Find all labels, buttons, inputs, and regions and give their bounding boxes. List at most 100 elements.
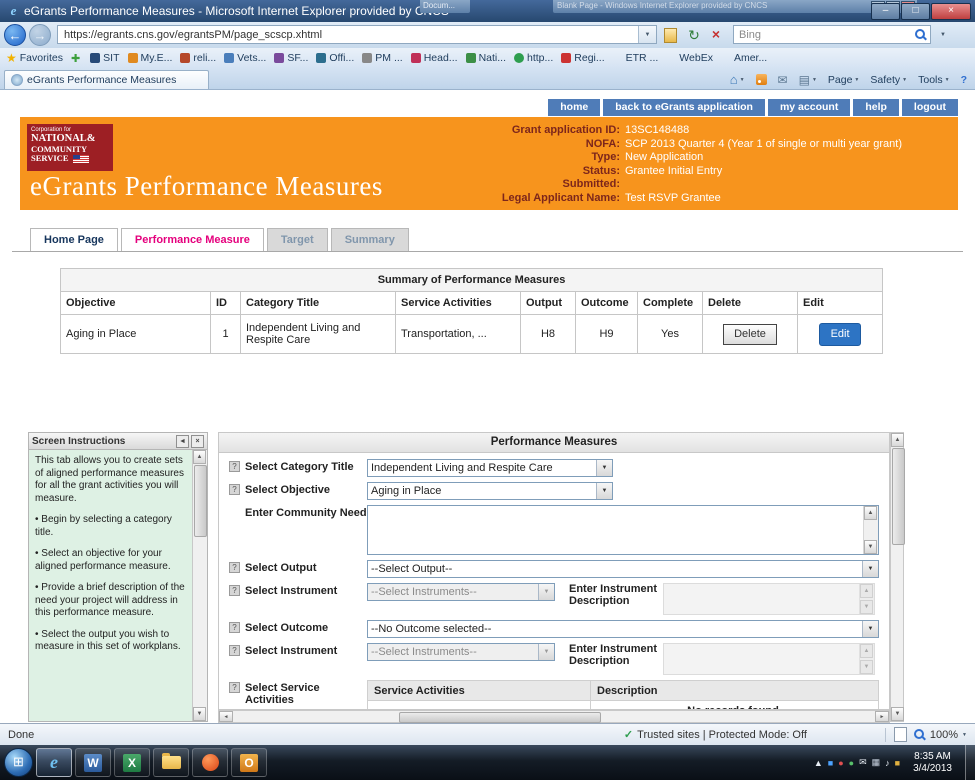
zoom-level: 100% bbox=[930, 729, 958, 741]
refresh-button[interactable]: ↻ bbox=[684, 26, 704, 44]
scroll-down-icon[interactable]: ▼ bbox=[193, 707, 206, 721]
feeds-button[interactable] bbox=[752, 73, 771, 86]
browser-tab[interactable]: eGrants Performance Measures bbox=[4, 70, 209, 89]
scroll-up-icon[interactable]: ▲ bbox=[193, 450, 206, 464]
tray-icon[interactable]: ■ bbox=[828, 758, 833, 768]
favorite-link[interactable]: ETR ... bbox=[609, 51, 663, 65]
scrollbar-thumb[interactable] bbox=[892, 448, 905, 545]
tray-icon[interactable]: ● bbox=[849, 758, 854, 768]
favorite-link[interactable]: reli... bbox=[176, 51, 220, 65]
help-icon[interactable]: ? bbox=[229, 622, 240, 633]
tab-performance-measure[interactable]: Performance Measure bbox=[121, 228, 264, 252]
background-window-browser[interactable]: Blank Page - Windows Internet Explorer p… bbox=[553, 0, 917, 13]
taskbar-ie-button[interactable]: e bbox=[36, 748, 72, 777]
tray-icon[interactable]: ■ bbox=[895, 758, 900, 768]
search-icon[interactable] bbox=[914, 28, 927, 41]
help-icon[interactable]: ? bbox=[229, 682, 240, 693]
zoom-control[interactable]: 100% ▼ bbox=[913, 728, 967, 741]
favorite-link[interactable]: Amer... bbox=[717, 51, 771, 65]
home-button[interactable]: ⌂ ▼ bbox=[726, 71, 749, 88]
minimize-button[interactable]: – bbox=[871, 3, 900, 20]
delete-button[interactable]: Delete bbox=[723, 324, 777, 345]
taskbar-excel-button[interactable]: X bbox=[114, 748, 150, 777]
nav-home-button[interactable]: home bbox=[548, 99, 600, 116]
url-input[interactable] bbox=[62, 28, 638, 42]
favorites-button[interactable]: Favorites bbox=[20, 52, 63, 64]
category-select[interactable]: Independent Living and Respite Care ▼ bbox=[367, 459, 613, 477]
safety-menu[interactable]: Safety ▼ bbox=[866, 73, 911, 87]
print-button[interactable]: ▤ ▼ bbox=[795, 72, 821, 88]
tray-icon[interactable]: ● bbox=[838, 758, 843, 768]
favorite-link[interactable]: WebEx bbox=[662, 51, 717, 65]
nav-my-account-button[interactable]: my account bbox=[768, 99, 850, 116]
show-hidden-icons[interactable]: ▲ bbox=[814, 758, 823, 768]
scroll-right-icon[interactable]: ► bbox=[875, 711, 889, 722]
maximize-button[interactable]: □ bbox=[901, 3, 930, 20]
instructions-body: This tab allows you to create sets of al… bbox=[29, 450, 193, 721]
favorite-link[interactable]: Offi... bbox=[312, 51, 358, 65]
help-icon[interactable]: ? bbox=[229, 645, 240, 656]
nav-back-to-egrants-button[interactable]: back to eGrants application bbox=[603, 99, 765, 116]
security-zone[interactable]: ✓ Trusted sites | Protected Mode: Off bbox=[624, 728, 807, 741]
help-icon[interactable]: ? bbox=[229, 562, 240, 573]
favicon bbox=[721, 53, 731, 63]
help-icon[interactable]: ? bbox=[229, 484, 240, 495]
favorite-link[interactable]: PM ... bbox=[358, 51, 406, 65]
collapse-panel-button[interactable]: ◄ bbox=[176, 435, 189, 448]
scrollbar-thumb[interactable] bbox=[399, 712, 601, 723]
stop-button[interactable]: × bbox=[707, 26, 725, 44]
scroll-up-icon[interactable]: ▲ bbox=[891, 433, 904, 447]
output-select[interactable]: --Select Output-- ▼ bbox=[367, 560, 879, 578]
objective-select[interactable]: Aging in Place ▼ bbox=[367, 482, 613, 500]
instructions-scrollbar[interactable]: ▲ ▼ bbox=[192, 450, 207, 721]
textarea-scrollbar[interactable]: ▲ ▼ bbox=[863, 506, 878, 554]
tray-network-icon[interactable]: ▦ bbox=[872, 757, 881, 768]
taskbar-media-button[interactable] bbox=[192, 748, 228, 777]
start-button[interactable]: ⊞ bbox=[4, 748, 33, 777]
compatibility-view-icon[interactable] bbox=[664, 28, 677, 43]
help-menu[interactable]: ? bbox=[957, 73, 971, 87]
edit-button[interactable]: Edit bbox=[819, 323, 861, 346]
url-dropdown-button[interactable]: ▼ bbox=[638, 26, 656, 43]
nav-help-button[interactable]: help bbox=[853, 99, 899, 116]
scroll-left-icon[interactable]: ◄ bbox=[219, 711, 233, 722]
community-need-textarea[interactable]: ▲ ▼ bbox=[367, 505, 879, 555]
scrollbar-thumb[interactable] bbox=[194, 465, 207, 537]
scroll-down-icon[interactable]: ▼ bbox=[891, 707, 904, 721]
page-menu[interactable]: Page ▼ bbox=[824, 73, 863, 87]
form-horizontal-scrollbar[interactable]: ◄ ► bbox=[218, 710, 890, 723]
printer-icon: ▤ bbox=[799, 73, 810, 87]
search-input[interactable] bbox=[737, 28, 914, 42]
nav-logout-button[interactable]: logout bbox=[902, 99, 958, 116]
taskbar-explorer-button[interactable] bbox=[153, 748, 189, 777]
favorite-link[interactable]: SIT bbox=[86, 51, 123, 65]
background-window-document[interactable]: Docum... bbox=[420, 0, 470, 13]
favorite-link[interactable]: Nati... bbox=[462, 51, 510, 65]
favorite-link[interactable]: Vets... bbox=[220, 51, 270, 65]
favorite-link[interactable]: My.E... bbox=[124, 51, 177, 65]
help-icon[interactable]: ? bbox=[229, 461, 240, 472]
tray-volume-icon[interactable]: ♪ bbox=[885, 758, 890, 768]
favorite-link[interactable]: http... bbox=[510, 51, 557, 65]
outcome-select[interactable]: --No Outcome selected-- ▼ bbox=[367, 620, 879, 638]
tray-mail-icon[interactable]: ✉ bbox=[859, 757, 867, 768]
favorite-link[interactable]: SF... bbox=[270, 51, 312, 65]
browser-forward-button[interactable]: → bbox=[29, 24, 51, 46]
taskbar-word-button[interactable]: W bbox=[75, 748, 111, 777]
help-icon[interactable]: ? bbox=[229, 585, 240, 596]
taskbar-outlook-button[interactable]: O bbox=[231, 748, 267, 777]
search-dropdown-button[interactable]: ▼ bbox=[935, 27, 951, 43]
tools-menu[interactable]: Tools ▼ bbox=[914, 73, 953, 87]
read-mail-button[interactable]: ✉ bbox=[774, 72, 792, 88]
taskbar-clock[interactable]: 8:35 AM 3/4/2013 bbox=[913, 751, 952, 775]
form-vertical-scrollbar[interactable]: ▲ ▼ bbox=[890, 432, 904, 722]
tab-home-page[interactable]: Home Page bbox=[30, 228, 118, 252]
service-activities-row: ? Select Service Activities Service Acti… bbox=[229, 680, 881, 710]
close-panel-button[interactable]: × bbox=[191, 435, 204, 448]
close-button[interactable]: × bbox=[931, 3, 971, 20]
show-desktop-button[interactable] bbox=[965, 745, 975, 780]
add-favorite-icon[interactable]: ✚ bbox=[71, 52, 80, 65]
browser-back-button[interactable]: ← bbox=[4, 24, 26, 46]
favorite-link[interactable]: Regi... bbox=[557, 51, 608, 65]
favorite-link[interactable]: Head... bbox=[407, 51, 462, 65]
